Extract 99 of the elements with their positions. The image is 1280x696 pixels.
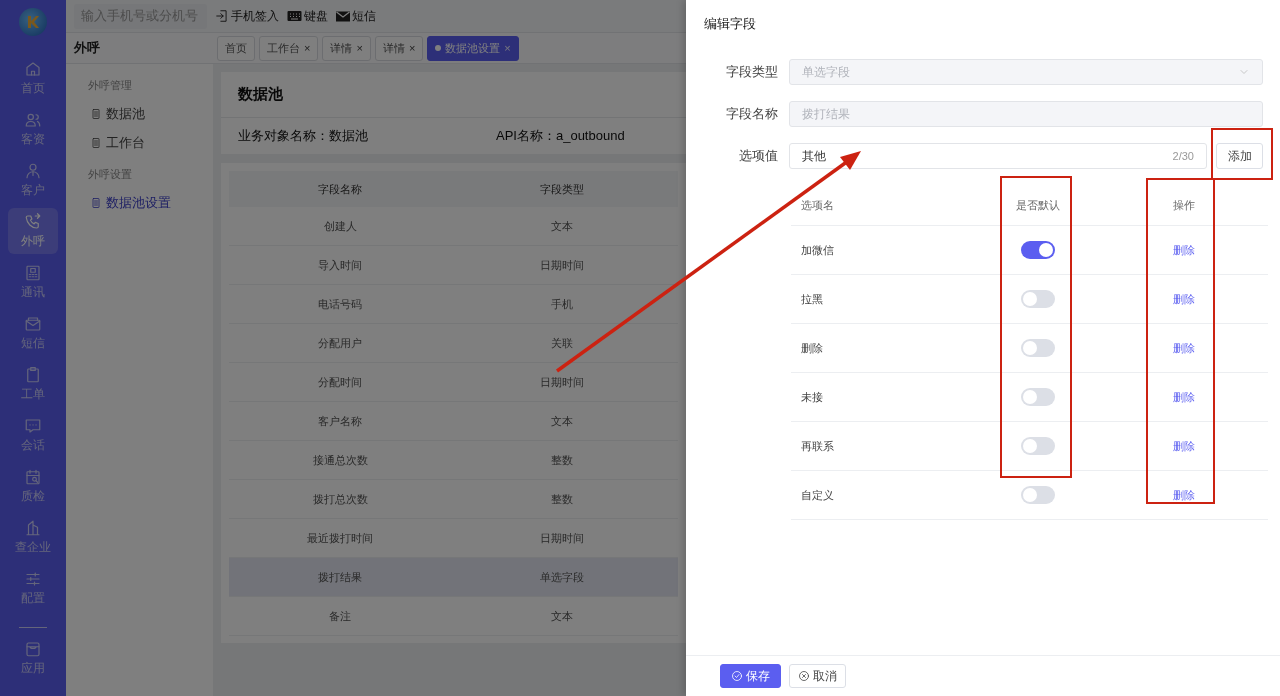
table-cell: 拨打结果 [318,569,362,585]
keyboard-icon [287,10,302,22]
close-circle-icon [798,670,810,682]
add-button[interactable]: 添加 [1216,143,1263,169]
table-row[interactable]: 分配用户 关联 [229,324,678,363]
option-name: 删除 [800,340,824,356]
cancel-button[interactable]: 取消 [789,664,846,688]
table-cell: 最近拨打时间 [307,530,373,546]
table-row[interactable]: 备注 文本 [229,597,678,636]
tab[interactable]: 首页 [217,35,255,61]
table-cell: 关联 [551,335,573,351]
table-cell: 导入时间 [318,257,362,273]
table-cell: 拨打总次数 [312,491,368,507]
toggle-switch[interactable] [1021,339,1055,357]
delete-link[interactable]: 删除 [1173,487,1195,503]
table-row[interactable]: 电话号码 手机 [229,285,678,324]
envelope-icon [24,314,42,333]
delete-link[interactable]: 删除 [1173,291,1195,307]
clipboard-icon [24,365,42,384]
field-label: 选项值 [738,147,778,165]
table-row[interactable]: 接通总次数 整数 [229,441,678,480]
save-button[interactable]: 保存 [720,664,781,688]
table-cell: 分配时间 [318,374,362,390]
table-cell: 分配用户 [318,335,362,351]
document-icon [90,136,102,150]
table-cell: 单选字段 [540,569,584,585]
table-cell: 文本 [551,218,573,234]
toolbar-button[interactable]: 键盘 [287,7,328,25]
section-title: 外呼 [73,39,101,57]
column-header: 字段类型 [540,181,584,197]
tab[interactable]: 数据池设置 × [427,35,519,61]
table-row[interactable]: 分配时间 日期时间 [229,363,678,402]
phone-icon [24,212,42,231]
document-icon [90,107,102,121]
input-field[interactable]: 其他 2/30 [789,143,1207,169]
tab[interactable]: 详情 × [374,35,424,61]
table-cell: 接通总次数 [312,452,368,468]
table-cell: 文本 [551,608,573,624]
drawer-title: 编辑字段 [703,15,757,33]
building-icon [24,518,42,537]
toggle-switch[interactable] [1021,486,1055,504]
tab[interactable]: 工作台 × [259,35,319,61]
table-cell: 整数 [551,491,573,507]
nav-item[interactable]: 数据池设置 [88,193,213,213]
column-header: 选项名 [800,197,835,213]
tab[interactable]: 详情 × [322,35,371,61]
info-text: API名称：a_outbound [496,127,626,145]
sliders-icon [24,569,42,588]
table-row[interactable]: 创建人 文本 [229,207,678,246]
toggle-switch[interactable] [1021,437,1055,455]
close-icon[interactable]: × [304,42,311,54]
table-cell: 手机 [551,296,573,312]
column-header: 是否默认 [1016,197,1060,213]
character-counter: 2/30 [1172,150,1194,162]
toggle-switch[interactable] [1021,388,1055,406]
toggle-switch[interactable] [1021,241,1055,259]
table-row[interactable]: 客户名称 文本 [229,402,678,441]
option-name: 拉黑 [800,291,824,307]
table-row[interactable]: 拨打总次数 整数 [229,480,678,519]
info-text: 业务对象名称：数据池 [238,127,369,145]
delete-link[interactable]: 删除 [1173,438,1195,454]
person-icon [24,161,42,180]
toolbar-button[interactable]: 短信 [336,7,376,25]
option-name: 再联系 [800,438,835,454]
table-cell: 整数 [551,452,573,468]
table-row[interactable]: 导入时间 日期时间 [229,246,678,285]
chat-icon [24,416,42,435]
table-cell: 备注 [329,608,351,624]
table-cell: 电话号码 [318,296,362,312]
keypad-icon [24,263,42,282]
column-header: 操作 [1173,197,1195,213]
document-icon [90,196,102,210]
calendar-icon [24,467,42,486]
delete-link[interactable]: 删除 [1173,340,1195,356]
table-cell: 文本 [551,413,573,429]
close-icon[interactable]: × [504,42,511,54]
check-circle-icon [731,670,743,682]
toolbar-button[interactable]: 手机签入 [215,7,279,25]
logo-icon [19,8,47,36]
toggle-switch[interactable] [1021,290,1055,308]
table-cell: 日期时间 [540,374,584,390]
table-cell: 客户名称 [318,413,362,429]
nav-item[interactable]: 数据池 [88,104,213,124]
close-icon[interactable]: × [408,42,416,54]
envelope-icon [336,10,350,22]
table-cell: 日期时间 [540,530,584,546]
option-name: 加微信 [800,242,835,258]
option-name: 自定义 [800,487,835,503]
table-row[interactable]: 拨打结果 单选字段 [229,558,678,597]
option-name: 未接 [800,389,824,405]
close-icon[interactable]: × [356,42,363,54]
delete-link[interactable]: 删除 [1173,389,1195,405]
table-cell: 日期时间 [540,257,584,273]
delete-link[interactable]: 删除 [1173,242,1195,258]
nav-item[interactable]: 工作台 [88,133,213,153]
table-cell: 创建人 [323,218,357,234]
login-icon [215,9,229,23]
column-header: 字段名称 [318,181,362,197]
store-icon [24,639,42,658]
